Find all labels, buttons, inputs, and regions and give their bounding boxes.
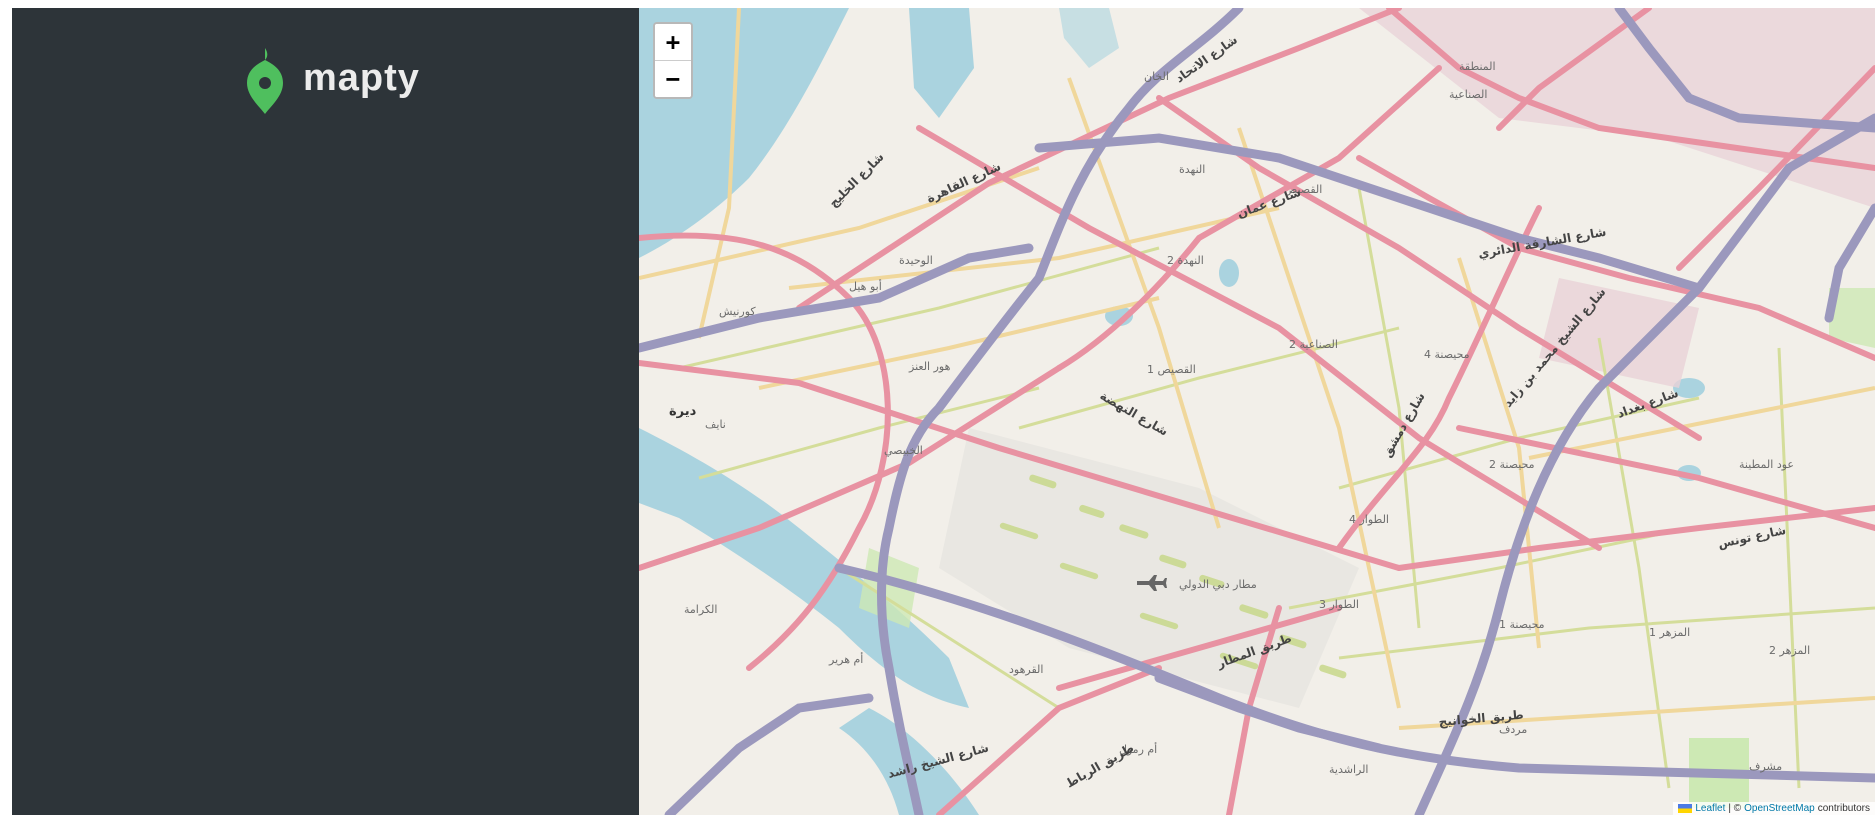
place-label: الخبيصي	[884, 444, 923, 457]
map-attribution: Leaflet | © OpenStreetMap contributors	[1673, 802, 1875, 815]
place-label: الصناعية 2	[1289, 338, 1338, 351]
map-pin-icon	[247, 48, 283, 114]
map-tiles[interactable]: ديرة نايف كورنيش الوحيدة أبو هيل هور الع…	[639, 8, 1875, 815]
place-label: مطار دبي الدولي	[1179, 578, 1257, 591]
place-label: محيصنة 1	[1499, 618, 1545, 631]
place-label: الراشدية	[1329, 763, 1368, 776]
place-label: القرهود	[1009, 663, 1043, 676]
place-label: الصناعية	[1449, 88, 1487, 101]
place-label: أبو هيل	[849, 279, 882, 293]
ukraine-flag-icon	[1678, 804, 1693, 813]
place-label: الطوار 4	[1349, 513, 1389, 526]
place-label: القصيص 1	[1147, 363, 1196, 376]
place-label: عود المطينة	[1739, 458, 1794, 471]
zoom-in-button[interactable]: +	[655, 24, 691, 61]
place-label: المزهر 1	[1649, 626, 1690, 639]
place-label: النهدة	[1179, 163, 1205, 176]
place-label: الطوار 3	[1319, 598, 1359, 611]
place-label: مشرف	[1749, 760, 1782, 773]
place-label: الوحيدة	[899, 254, 933, 267]
zoom-out-button[interactable]: −	[655, 61, 691, 97]
place-label: كورنيش	[719, 305, 756, 318]
app-root: mapty ديرة نايف كورنيش الوحيدة أبو هيل ه…	[12, 8, 1875, 815]
place-label: الخان	[1144, 70, 1169, 83]
place-label: مردف	[1499, 723, 1527, 736]
place-label: نايف	[705, 418, 726, 431]
logo-text: mapty	[303, 56, 420, 99]
place-label: النهدة 2	[1167, 254, 1204, 267]
place-label: المنطقة	[1459, 60, 1496, 73]
place-label: المزهر 2	[1769, 644, 1810, 657]
zoom-control: + −	[653, 22, 693, 99]
sidebar: mapty	[12, 8, 639, 815]
attribution-separator: | ©	[1728, 803, 1742, 814]
place-label: محيصنة 4	[1424, 348, 1470, 361]
leaflet-link[interactable]: Leaflet	[1695, 803, 1725, 814]
place-label: الكرامة	[684, 603, 717, 616]
attribution-suffix: contributors	[1817, 803, 1870, 814]
logo: mapty	[243, 46, 420, 116]
place-label: هور العنز	[908, 360, 951, 373]
map[interactable]: ديرة نايف كورنيش الوحيدة أبو هيل هور الع…	[639, 8, 1875, 815]
place-label: محيصنة 2	[1489, 458, 1535, 471]
place-label: أم هرير	[828, 652, 863, 666]
osm-link[interactable]: OpenStreetMap	[1744, 803, 1815, 814]
place-label: ديرة	[669, 404, 697, 419]
